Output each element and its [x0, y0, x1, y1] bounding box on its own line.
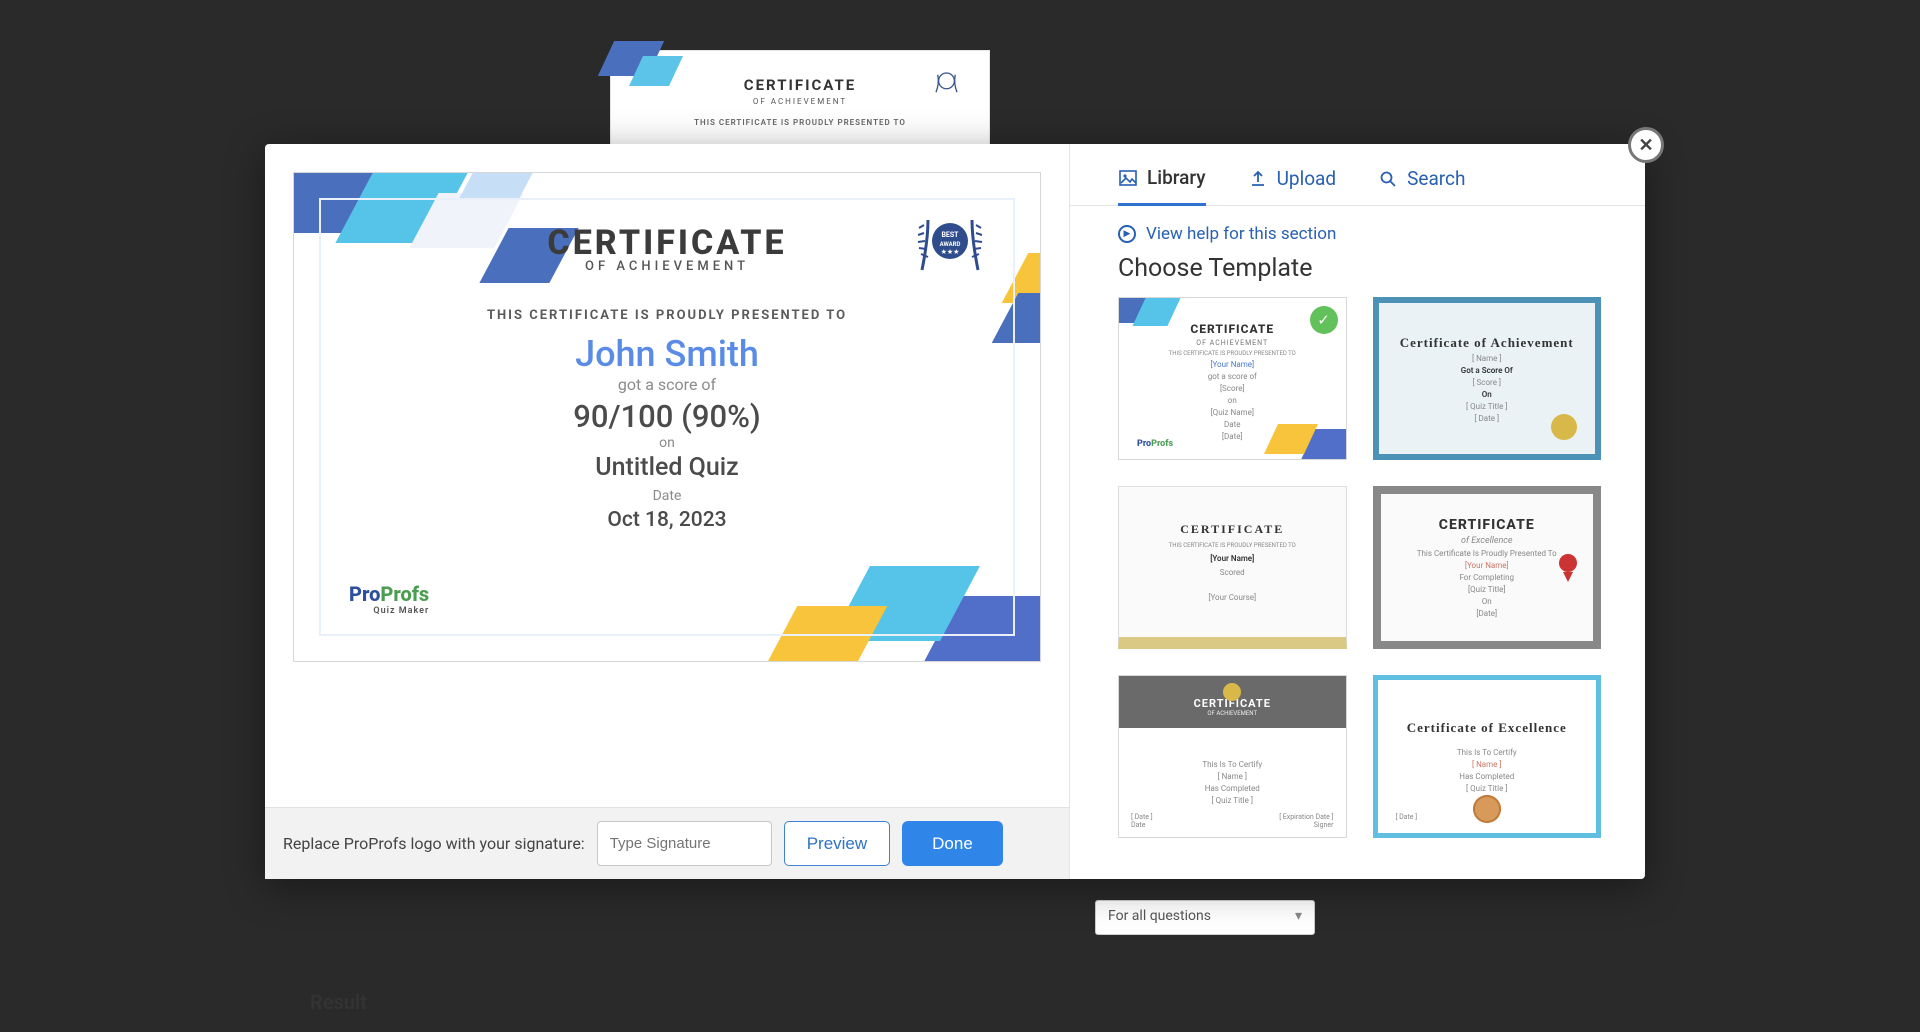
cert-on-label: on — [294, 435, 1040, 451]
close-icon: ✕ — [1638, 135, 1653, 156]
ribbon-icon — [1559, 554, 1577, 580]
for-all-questions-dropdown[interactable]: For all questions — [1095, 900, 1315, 935]
tab-search-label: Search — [1407, 167, 1465, 190]
template-option-3[interactable]: CERTIFICATE THIS CERTIFICATE IS PROUDLY … — [1118, 486, 1347, 649]
certificate-template-modal: BEST AWARD ★★★ CERTIFICATE OF ACHIEVEMEN… — [265, 144, 1645, 879]
cert-got-score-label: got a score of — [294, 375, 1040, 394]
template-option-2[interactable]: Certificate of Achievement [ Name ] Got … — [1373, 297, 1602, 460]
tab-upload-label: Upload — [1277, 167, 1337, 190]
help-text: View help for this section — [1146, 224, 1336, 244]
tab-search[interactable]: Search — [1378, 166, 1465, 205]
cert-recipient-name: John Smith — [294, 333, 1040, 375]
checkmark-icon: ✓ — [1310, 306, 1338, 334]
view-help-link[interactable]: ▶ View help for this section — [1070, 206, 1645, 252]
cert-date: Oct 18, 2023 — [294, 508, 1040, 532]
upload-icon — [1248, 169, 1268, 189]
cert-score: 90/100 (90%) — [294, 398, 1040, 435]
signature-input[interactable] — [597, 821, 772, 866]
play-icon: ▶ — [1118, 225, 1136, 243]
modal-right-panel: Library Upload Search ▶ View help for th… — [1070, 144, 1645, 879]
template-option-5[interactable]: CERTIFICATE OF ACHIEVEMENT This Is To Ce… — [1118, 675, 1347, 838]
tab-library[interactable]: Library — [1118, 166, 1206, 206]
image-icon — [1118, 168, 1138, 188]
done-button[interactable]: Done — [902, 821, 1003, 866]
proprofs-logo: ProProfs Quiz Maker — [349, 582, 429, 616]
result-heading: Result — [310, 990, 367, 1014]
medal-icon — [1223, 683, 1241, 701]
cert-quiz-name: Untitled Quiz — [294, 453, 1040, 482]
template-option-4[interactable]: CERTIFICATE of Excellence This Certifica… — [1373, 486, 1602, 649]
preview-button[interactable]: Preview — [784, 821, 890, 866]
choose-template-heading: Choose Template — [1070, 252, 1645, 297]
cert-date-label: Date — [294, 488, 1040, 504]
signature-label: Replace ProProfs logo with your signatur… — [283, 834, 585, 853]
template-option-6[interactable]: Certificate of Excellence This Is To Cer… — [1373, 675, 1602, 838]
cert-subtitle: OF ACHIEVEMENT — [294, 259, 1040, 274]
tab-library-label: Library — [1147, 166, 1206, 189]
tab-upload[interactable]: Upload — [1248, 166, 1337, 205]
certificate-preview-area: BEST AWARD ★★★ CERTIFICATE OF ACHIEVEMEN… — [265, 144, 1069, 807]
seal-icon — [1551, 414, 1577, 440]
modal-left-panel: BEST AWARD ★★★ CERTIFICATE OF ACHIEVEMEN… — [265, 144, 1070, 879]
laurel-badge-icon — [929, 66, 964, 101]
proprofs-logo-small: ProProfs — [1137, 439, 1173, 449]
template-tabs: Library Upload Search — [1070, 166, 1645, 206]
cert-presented-to: THIS CERTIFICATE IS PROUDLY PRESENTED TO — [294, 308, 1040, 323]
cert-title: CERTIFICATE — [294, 223, 1040, 263]
template-option-1[interactable]: CERTIFICATE OF ACHIEVEMENT THIS CERTIFIC… — [1118, 297, 1347, 460]
search-icon — [1378, 169, 1398, 189]
seal-icon — [1473, 795, 1501, 823]
close-button[interactable]: ✕ — [1628, 127, 1664, 163]
bottom-action-bar: Replace ProProfs logo with your signatur… — [265, 807, 1069, 879]
template-grid: CERTIFICATE OF ACHIEVEMENT THIS CERTIFIC… — [1070, 297, 1645, 858]
certificate-preview: BEST AWARD ★★★ CERTIFICATE OF ACHIEVEMEN… — [293, 172, 1041, 662]
